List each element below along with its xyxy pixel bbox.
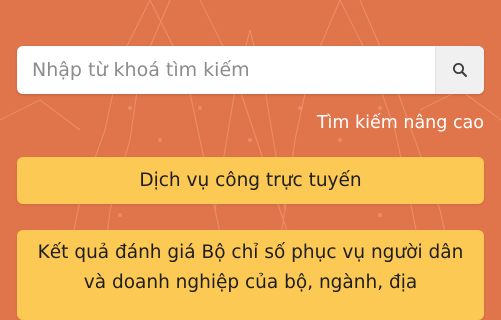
search-icon: [453, 63, 467, 77]
search-bar: [17, 46, 484, 94]
online-services-button[interactable]: Dịch vụ công trực tuyến: [17, 157, 484, 204]
advanced-search-link[interactable]: Tìm kiếm nâng cao: [317, 113, 484, 133]
evaluation-results-button[interactable]: Kết quả đánh giá Bộ chỉ số phục vụ người…: [17, 230, 484, 320]
search-button[interactable]: [435, 46, 484, 94]
search-input[interactable]: [17, 46, 435, 94]
